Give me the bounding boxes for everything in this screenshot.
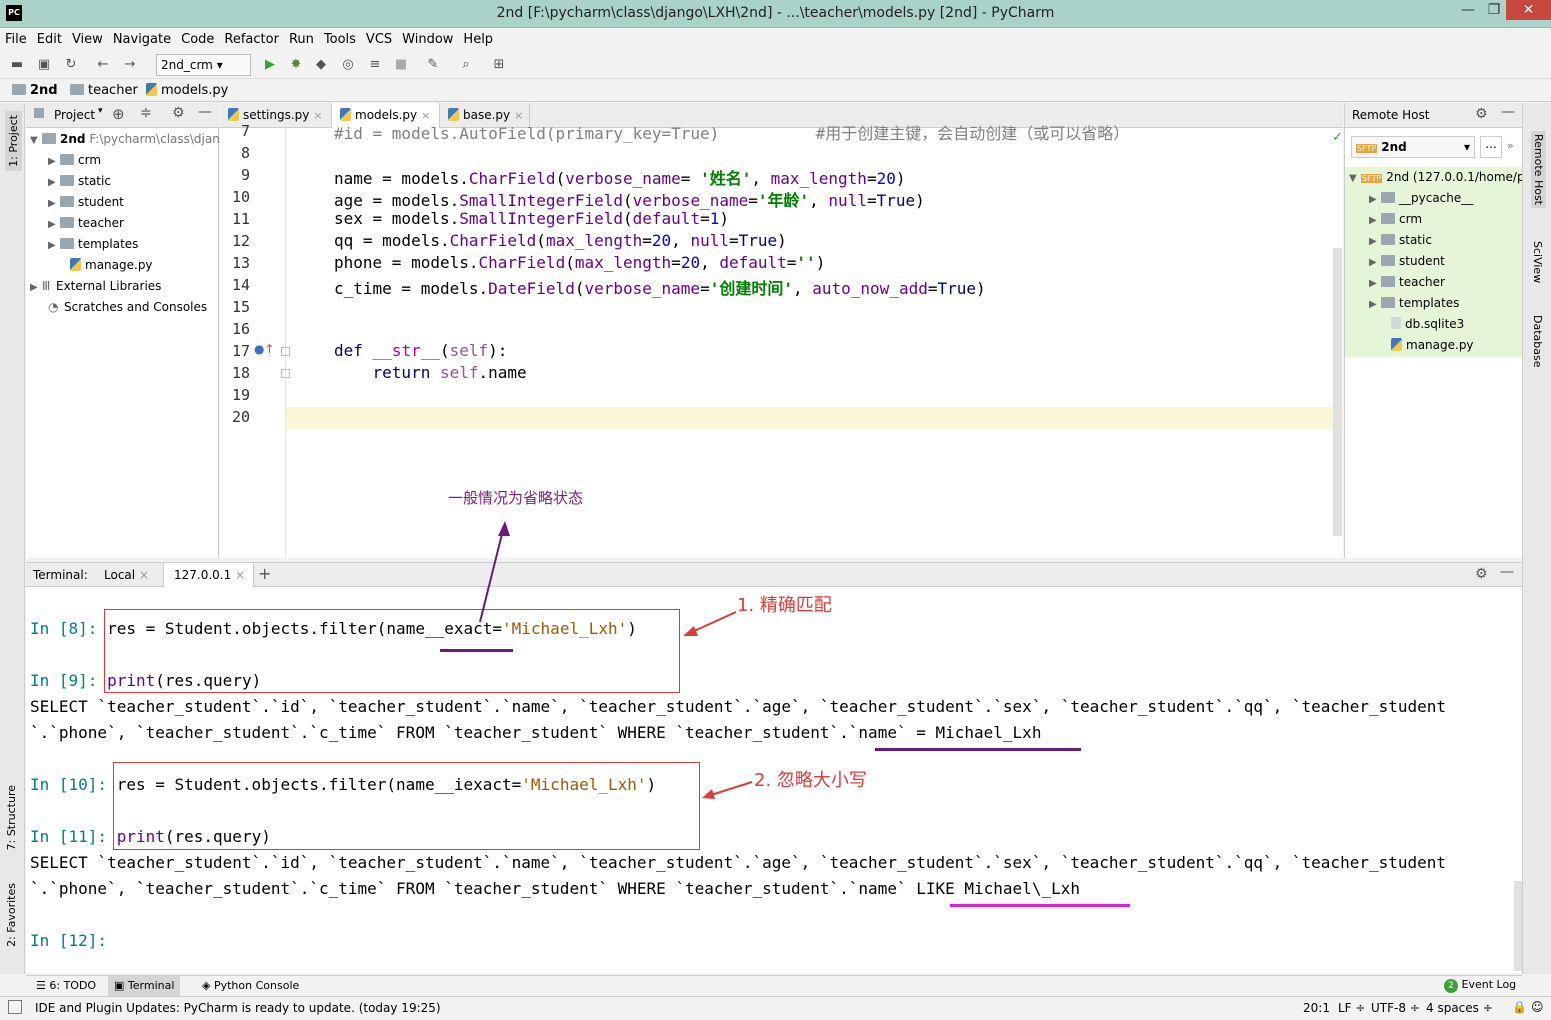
file-encoding[interactable]: UTF-8 ÷ bbox=[1371, 1001, 1420, 1015]
inspector-icon[interactable]: ☺ bbox=[1531, 1000, 1544, 1014]
red-arrow-head-2 bbox=[702, 789, 715, 799]
status-bar: IDE and Plugin Updates: PyCharm is ready… bbox=[0, 996, 1551, 1020]
red-arrow-line-1 bbox=[691, 611, 737, 633]
red-arrow-head-1 bbox=[683, 626, 698, 636]
event-count-badge: 2 bbox=[1444, 979, 1458, 993]
line-separator[interactable]: LF ÷ bbox=[1338, 1001, 1365, 1015]
panel-toggle-icon[interactable] bbox=[8, 1000, 22, 1014]
indent-setting[interactable]: 4 spaces ÷ bbox=[1426, 1001, 1493, 1015]
event-log-tool-button[interactable]: 2 Event Log bbox=[1444, 978, 1516, 993]
terminal-icon: ▣ bbox=[114, 979, 125, 992]
purple-arrow-line bbox=[479, 529, 504, 623]
python-console-icon: ◈ bbox=[202, 979, 211, 992]
tool-windows-bar: ☰ 6: TODO ▣ Terminal ◈ Python Console 2 … bbox=[26, 975, 1522, 996]
lock-icon[interactable]: 🔒 bbox=[1512, 1000, 1527, 1014]
terminal-tool-button[interactable]: ▣ Terminal bbox=[108, 976, 181, 996]
purple-arrow-head bbox=[498, 521, 510, 536]
todo-tool-button[interactable]: ☰ 6: TODO bbox=[36, 979, 96, 992]
annotation-arrows bbox=[479, 521, 753, 799]
todo-icon: ☰ bbox=[36, 979, 46, 992]
python-console-tool-button[interactable]: ◈ Python Console bbox=[202, 979, 299, 992]
red-arrow-line-2 bbox=[710, 781, 753, 796]
status-message[interactable]: IDE and Plugin Updates: PyCharm is ready… bbox=[35, 1001, 441, 1015]
caret-position[interactable]: 20:1 bbox=[1303, 1001, 1330, 1015]
